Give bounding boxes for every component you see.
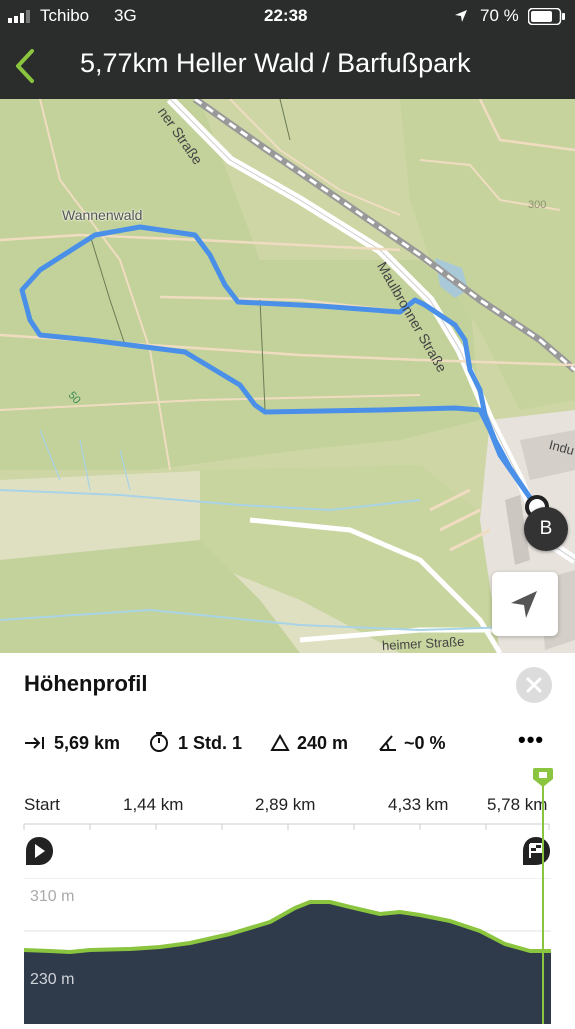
map-view[interactable]: Wannenwald ner Straße Maulbronner Straße… bbox=[0, 99, 575, 653]
start-icon bbox=[26, 837, 53, 865]
scale-3: 4,33 km bbox=[388, 795, 449, 814]
ascent-icon bbox=[270, 734, 290, 751]
close-icon bbox=[526, 677, 542, 693]
battery-icon bbox=[528, 8, 565, 25]
chevron-left-icon bbox=[16, 49, 34, 83]
position-slider[interactable] bbox=[532, 767, 554, 1024]
map-label-wannenwald: Wannenwald bbox=[62, 207, 143, 223]
distance-icon bbox=[25, 737, 44, 749]
scale-ruler bbox=[23, 823, 550, 830]
network-type: 3G bbox=[114, 6, 137, 25]
location-arrow-icon bbox=[455, 10, 467, 22]
elevation-label-top: 310 m bbox=[30, 888, 75, 905]
carrier-name: Tchibo bbox=[40, 6, 90, 25]
nav-bar: 5,77km Heller Wald / Barfußpark bbox=[0, 32, 575, 99]
locate-button[interactable] bbox=[492, 572, 558, 636]
stat-slope: ~0 % bbox=[404, 733, 446, 753]
more-button[interactable]: ••• bbox=[518, 727, 544, 753]
stat-ascent: 240 m bbox=[297, 733, 349, 753]
close-button[interactable] bbox=[516, 667, 552, 703]
elevation-label-bottom: 230 m bbox=[30, 971, 75, 988]
slope-icon bbox=[379, 735, 396, 751]
elevation-chart bbox=[23, 878, 551, 1024]
map-canvas bbox=[0, 99, 575, 653]
stopwatch-icon bbox=[150, 732, 168, 752]
slider-handle bbox=[533, 768, 553, 1024]
scale-1: 1,44 km bbox=[123, 795, 184, 814]
page-title: 5,77km Heller Wald / Barfußpark bbox=[80, 48, 471, 78]
back-button[interactable] bbox=[10, 46, 40, 86]
stat-duration: 1 Std. 1 bbox=[178, 733, 243, 753]
elevation-panel: Höhenprofil 5,69 km 1 Std. 1 240 m ~0 % … bbox=[0, 653, 575, 1024]
map-marker-b[interactable]: B bbox=[524, 507, 568, 551]
status-bar: Tchibo 3G 22:38 70 % bbox=[0, 0, 575, 32]
clock: 22:38 bbox=[264, 6, 308, 25]
stat-distance: 5,69 km bbox=[54, 733, 121, 753]
signal-icon bbox=[8, 10, 30, 23]
battery-percent: 70 % bbox=[480, 6, 519, 25]
scale-start: Start bbox=[24, 795, 60, 814]
navigation-arrow-icon bbox=[511, 591, 537, 618]
map-label-contour-300: 300 bbox=[528, 199, 547, 211]
panel-title: Höhenprofil bbox=[24, 671, 148, 696]
scale-2: 2,89 km bbox=[255, 795, 316, 814]
